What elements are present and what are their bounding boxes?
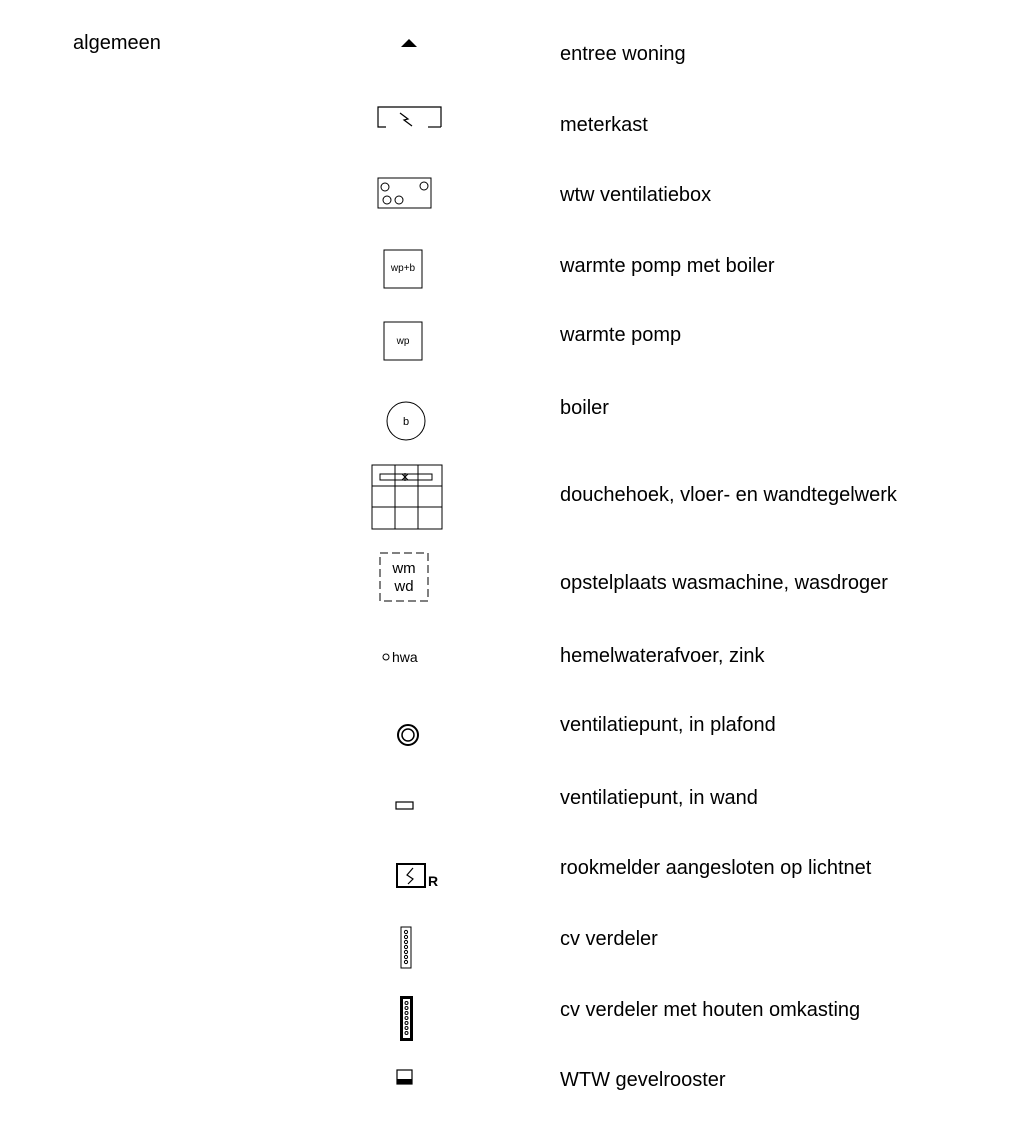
legend-label: wtw ventilatiebox <box>560 184 712 206</box>
legend-row: wp warmte pomp <box>0 305 1033 365</box>
washing-machine-spot-icon: wm wd <box>350 552 470 613</box>
wall-vent-icon <box>350 768 470 828</box>
wm-text: wm <box>391 560 415 577</box>
legend-row: douchehoek, vloer- en wandtegelwerk <box>0 464 1033 530</box>
smoke-detector-icon: R <box>350 838 470 898</box>
cv-manifold-icon <box>350 909 470 969</box>
legend-label: rookmelder aangesloten op lichtnet <box>560 857 872 879</box>
heat-pump-boiler-icon: wp+b <box>350 236 470 296</box>
ventilation-box-icon <box>350 165 470 225</box>
legend-row: b boiler <box>0 378 1033 441</box>
legend-label: boiler <box>560 397 609 419</box>
legend-label: entree woning <box>560 43 686 65</box>
legend-label: hemelwaterafvoer, zink <box>560 645 765 667</box>
heat-pump-boiler-text: wp+b <box>390 263 416 274</box>
legend-row: wm wd opstelplaats wasmachine, wasdroger <box>0 552 1033 613</box>
legend-label: opstelplaats wasmachine, wasdroger <box>560 572 888 594</box>
legend-label: meterkast <box>560 114 648 136</box>
legend-label: WTW gevelrooster <box>560 1069 726 1091</box>
shower-tiles-icon <box>350 464 470 530</box>
triangle-icon <box>350 24 470 84</box>
legend-label: warmte pomp <box>560 324 682 346</box>
legend-row: cv verdeler met houten omkasting <box>0 980 1033 1041</box>
hwa-text: hwa <box>392 649 418 665</box>
legend-row: entree woning <box>0 24 1033 84</box>
legend-row: wp+b warmte pomp met boiler <box>0 236 1033 296</box>
meter-cupboard-icon <box>350 95 470 155</box>
legend-label: cv verdeler met houten omkasting <box>560 999 861 1021</box>
wd-text: wd <box>393 578 413 595</box>
rainwater-drain-icon: hwa <box>350 626 470 686</box>
legend-row: R rookmelder aangesloten op lichtnet <box>0 838 1033 898</box>
heat-pump-text: wp <box>396 336 410 347</box>
rookmelder-text: R <box>428 873 438 889</box>
legend-row: WTW gevelrooster <box>0 1050 1033 1110</box>
legend-row: meterkast <box>0 95 1033 155</box>
legend-label: douchehoek, vloer- en wandtegelwerk <box>560 484 897 506</box>
legend-label: ventilatiepunt, in wand <box>560 787 758 809</box>
heat-pump-icon: wp <box>350 305 470 365</box>
legend-row: hwa hemelwaterafvoer, zink <box>0 626 1033 686</box>
ceiling-vent-icon <box>350 695 470 755</box>
facade-grille-icon <box>350 1050 470 1110</box>
legend-row: cv verdeler <box>0 909 1033 969</box>
boiler-icon: b <box>350 378 470 441</box>
legend-row: wtw ventilatiebox <box>0 165 1033 225</box>
legend-label: cv verdeler <box>560 928 658 950</box>
legend-label: ventilatiepunt, in plafond <box>560 714 776 736</box>
boiler-text: b <box>403 416 409 428</box>
legend-row: ventilatiepunt, in wand <box>0 768 1033 828</box>
cv-manifold-boxed-icon <box>350 980 470 1041</box>
legend-row: ventilatiepunt, in plafond <box>0 695 1033 755</box>
legend-label: warmte pomp met boiler <box>560 255 775 277</box>
